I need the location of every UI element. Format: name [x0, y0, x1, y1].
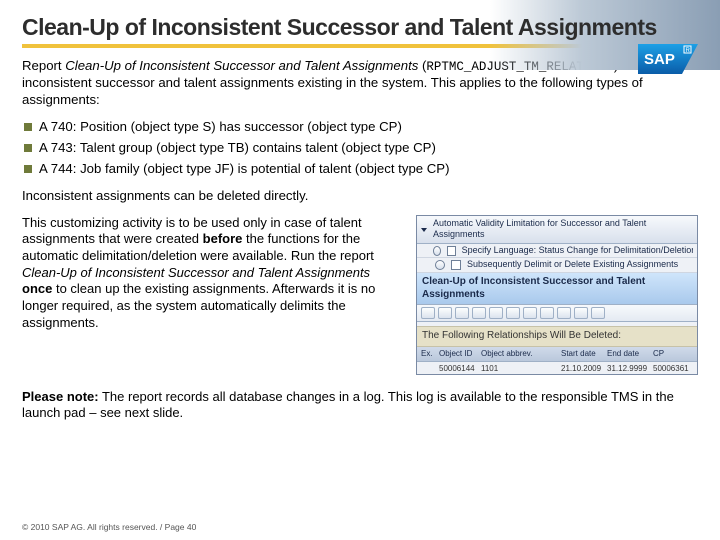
list-item: A 743: Talent group (object type TB) con… — [22, 140, 698, 157]
cell — [421, 364, 439, 374]
shot-section-header: The Following Relationships Will Be Dele… — [417, 326, 697, 347]
toolbar-button[interactable] — [489, 307, 503, 319]
footer: © 2010 SAP AG. All rights reserved. / Pa… — [22, 522, 196, 532]
bullet-code: A 740: — [39, 119, 76, 134]
bullet-list: A 740: Position (object type S) has succ… — [22, 119, 698, 178]
activity-icon — [433, 246, 441, 256]
toolbar-button[interactable] — [472, 307, 486, 319]
cell: 50006361 NC_NEBENT — [653, 364, 698, 374]
mid-b2: once — [22, 281, 52, 296]
toolbar-button[interactable] — [574, 307, 588, 319]
please-note: Please note: The report records all data… — [22, 389, 698, 422]
customizing-paragraph: This customizing activity is to be used … — [22, 215, 402, 375]
toolbar-button[interactable] — [523, 307, 537, 319]
cell: 21.10.2009 — [561, 364, 607, 374]
note-rest: The report records all database changes … — [22, 389, 674, 421]
svg-text:R: R — [686, 48, 691, 54]
shot-grid-row: 50006144 1101 21.10.2009 31.12.9999 5000… — [417, 362, 697, 374]
body: Report Clean-Up of Inconsistent Successo… — [22, 58, 698, 422]
shot-row1-text: Automatic Validity Limitation for Succes… — [433, 218, 693, 241]
col-cp: CP — [653, 349, 693, 359]
cell: 50006144 — [439, 364, 481, 374]
bullet-code: A 744: — [39, 161, 76, 176]
title-block: Clean-Up of Inconsistent Successor and T… — [22, 14, 698, 48]
mid-b1: before — [203, 231, 243, 246]
intro-t1: Report — [22, 58, 65, 73]
sap-logo: SAP R — [638, 44, 698, 79]
shot-tree-row: Subsequently Delimit or Delete Existing … — [417, 258, 697, 273]
shot-row2b-text: Subsequently Delimit or Delete Existing … — [467, 259, 678, 271]
toolbar-button[interactable] — [438, 307, 452, 319]
toolbar-button[interactable] — [557, 307, 571, 319]
toolbar-button[interactable] — [506, 307, 520, 319]
list-item: A 744: Job family (object type JF) is po… — [22, 161, 698, 178]
bullet-square-icon — [24, 165, 32, 173]
toolbar-button[interactable] — [591, 307, 605, 319]
mid-p4: to clean up the existing assignments. Af… — [22, 281, 375, 329]
col-start: Start date — [561, 349, 607, 359]
toolbar-button[interactable] — [421, 307, 435, 319]
shot-toolbar — [417, 305, 697, 322]
toolbar-button[interactable] — [540, 307, 554, 319]
shot-grid-header: Ex. Object ID Object abbrev. Start date … — [417, 347, 697, 362]
col-objectid: Object ID — [439, 349, 481, 359]
bullet-square-icon — [24, 123, 32, 131]
shot-tree-row: Specify Language: Status Change for Deli… — [417, 244, 697, 259]
col-ex: Ex. — [421, 349, 439, 359]
toolbar-button[interactable] — [455, 307, 469, 319]
list-item: A 740: Position (object type S) has succ… — [22, 119, 698, 136]
col-abbrev: Object abbrev. — [481, 349, 561, 359]
note-label: Please note: — [22, 389, 99, 404]
doc-icon — [447, 246, 455, 256]
slide-title: Clean-Up of Inconsistent Successor and T… — [22, 14, 698, 40]
bullet-text: Talent group (object type TB) contains t… — [76, 140, 435, 155]
sap-screenshot: Automatic Validity Limitation for Succes… — [416, 215, 698, 375]
col-end: End date — [607, 349, 653, 359]
bullet-text: Position (object type S) has successor (… — [76, 119, 401, 134]
shot-window-title: Clean-Up of Inconsistent Successor and T… — [417, 273, 697, 306]
bullet-text: Job family (object type JF) is potential… — [76, 161, 449, 176]
sap-logo-text: SAP — [644, 51, 675, 68]
bullet-code: A 743: — [39, 140, 76, 155]
inconsistent-line: Inconsistent assignments can be deleted … — [22, 188, 698, 205]
mid-row: This customizing activity is to be used … — [22, 215, 698, 375]
doc-icon — [451, 260, 461, 270]
shot-top-bar: Automatic Validity Limitation for Succes… — [417, 216, 697, 244]
mid-i1: Clean-Up of Inconsistent Successor and T… — [22, 265, 370, 280]
shot-row2a-text: Specify Language: Status Change for Deli… — [462, 245, 693, 257]
activity-icon — [435, 260, 445, 270]
bullet-square-icon — [24, 144, 32, 152]
tree-arrow-icon — [421, 228, 427, 232]
intro-report-name: Clean-Up of Inconsistent Successor and T… — [65, 58, 418, 73]
cell: 1101 — [481, 364, 561, 374]
cell: 31.12.9999 — [607, 364, 653, 374]
